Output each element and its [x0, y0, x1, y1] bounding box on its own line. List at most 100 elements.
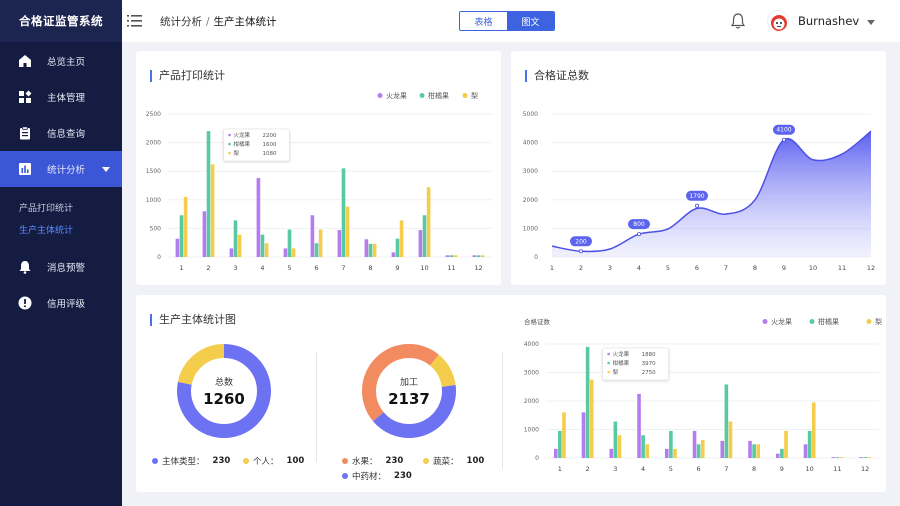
bar-火龙果[interactable]	[581, 412, 586, 458]
bar-柑橘果[interactable]	[669, 430, 673, 458]
bar-火龙果[interactable]	[229, 248, 234, 257]
bar-柑橘果[interactable]	[558, 430, 562, 458]
data-label: 800	[633, 221, 645, 228]
bar-火龙果[interactable]	[803, 444, 808, 458]
data-point[interactable]	[579, 249, 584, 254]
sidebar-subitem-entity-stats[interactable]: 生产主体统计	[0, 218, 122, 240]
sidebar-item-info-query[interactable]: 信息查询	[0, 115, 122, 151]
bar-梨[interactable]	[645, 444, 650, 458]
bar-火龙果[interactable]	[720, 440, 725, 458]
bar-火龙果[interactable]	[310, 215, 315, 257]
bar-火龙果[interactable]	[391, 252, 396, 257]
bar-柑橘果[interactable]	[724, 384, 729, 458]
bar-火龙果[interactable]	[418, 230, 423, 257]
chevron-down-icon[interactable]	[867, 20, 875, 25]
bar-梨[interactable]	[617, 435, 622, 458]
bar-梨[interactable]	[784, 430, 788, 458]
bar-柑橘果[interactable]	[835, 457, 840, 458]
sidebar-item-label: 统计分析	[47, 165, 86, 176]
bar-梨[interactable]	[399, 220, 404, 257]
bar-火龙果[interactable]	[337, 230, 342, 257]
bar-梨[interactable]	[811, 402, 816, 458]
bar-火龙果[interactable]	[553, 448, 558, 458]
bar-火龙果[interactable]	[637, 393, 641, 458]
bar-柑橘果[interactable]	[233, 220, 238, 257]
bar-柑橘果[interactable]	[807, 430, 812, 458]
sidebar-item-overview[interactable]: 总览主页	[0, 43, 122, 79]
legend-dot	[342, 473, 348, 479]
bar-火龙果[interactable]	[692, 430, 697, 458]
bar-柑橘果[interactable]	[613, 421, 618, 458]
bar-柑橘果[interactable]	[341, 168, 346, 257]
bar-梨[interactable]	[318, 229, 323, 257]
bar-梨[interactable]	[839, 457, 844, 458]
notification-bell-icon[interactable]	[730, 12, 746, 34]
data-point[interactable]	[781, 137, 786, 142]
x-tick-label: 3	[608, 264, 612, 272]
bar-柑橘果[interactable]	[449, 255, 454, 257]
bar-梨[interactable]	[673, 448, 677, 458]
sidebar-item-alerts[interactable]: 消息预警	[0, 249, 122, 285]
bar-柑橘果[interactable]	[206, 131, 211, 257]
sidebar: 合格证监管系统 总览主页 主体管理 信息查询 统计分析 产品打印统计 生产主体统…	[0, 0, 122, 506]
bar-火龙果[interactable]	[775, 453, 780, 458]
bar-柑橘果[interactable]	[752, 444, 756, 458]
entity-bar-chart: 010002000300040001 2 3 4 5 6 7 8 9 10 11 12火龙果 柑橘果 梨火…	[524, 317, 882, 473]
bar-火龙果[interactable]	[748, 440, 752, 458]
bar-火龙果[interactable]	[175, 238, 180, 257]
bar-火龙果[interactable]	[445, 255, 450, 257]
bar-梨[interactable]	[210, 164, 215, 257]
bar-梨[interactable]	[480, 255, 485, 257]
bar-柑橘果[interactable]	[780, 448, 784, 458]
bar-柑橘果[interactable]	[260, 234, 265, 257]
bar-梨[interactable]	[345, 206, 350, 257]
bar-火龙果[interactable]	[364, 239, 369, 257]
bar-梨[interactable]	[372, 243, 377, 257]
sidebar-item-entity-management[interactable]: 主体管理	[0, 79, 122, 115]
bar-梨[interactable]	[291, 248, 296, 257]
bar-梨[interactable]	[183, 196, 188, 257]
bar-火龙果[interactable]	[664, 448, 669, 458]
bar-梨[interactable]	[426, 187, 431, 257]
data-point[interactable]	[637, 232, 642, 237]
bar-柑橘果[interactable]	[395, 238, 400, 257]
sidebar-item-credit-rating[interactable]: 信用评级	[0, 285, 122, 321]
bar-火龙果[interactable]	[202, 211, 207, 257]
data-point[interactable]	[694, 203, 699, 208]
bar-梨[interactable]	[756, 444, 761, 458]
bar-柑橘果[interactable]	[585, 346, 590, 458]
bar-柑橘果[interactable]	[368, 243, 373, 257]
user-name[interactable]: Burnashev	[798, 14, 859, 28]
avatar[interactable]	[767, 10, 789, 32]
breadcrumb-parent[interactable]: 统计分析	[160, 16, 202, 28]
tab-graphic[interactable]: 图文	[507, 12, 554, 30]
bar-柑橘果[interactable]	[476, 255, 481, 257]
tooltip-value: 1600	[263, 142, 277, 148]
bar-梨[interactable]	[237, 234, 242, 257]
bar-柑橘果[interactable]	[696, 444, 701, 458]
bar-火龙果[interactable]	[609, 448, 614, 458]
bar-火龙果[interactable]	[283, 248, 288, 257]
bar-柑橘果[interactable]	[422, 215, 427, 257]
bar-柑橘果[interactable]	[863, 457, 867, 458]
bar-梨[interactable]	[589, 379, 594, 458]
bar-chart-icon	[18, 162, 32, 176]
tab-table[interactable]: 表格	[460, 12, 507, 30]
bar-火龙果[interactable]	[472, 255, 477, 257]
menu-icon[interactable]	[127, 13, 142, 32]
bar-柑橘果[interactable]	[179, 215, 184, 257]
bar-柑橘果[interactable]	[314, 243, 319, 257]
bar-火龙果[interactable]	[859, 457, 863, 458]
bar-梨[interactable]	[264, 243, 269, 257]
bar-梨[interactable]	[867, 457, 872, 458]
bar-梨[interactable]	[700, 440, 705, 458]
bar-梨[interactable]	[728, 421, 733, 458]
bar-火龙果[interactable]	[256, 178, 261, 257]
bar-梨[interactable]	[562, 412, 566, 458]
sidebar-item-statistics[interactable]: 统计分析	[0, 151, 122, 187]
sidebar-subitem-print-stats[interactable]: 产品打印统计	[0, 196, 122, 218]
bar-柑橘果[interactable]	[641, 435, 645, 458]
bar-火龙果[interactable]	[831, 457, 836, 458]
bar-梨[interactable]	[453, 255, 458, 257]
bar-柑橘果[interactable]	[287, 229, 292, 257]
